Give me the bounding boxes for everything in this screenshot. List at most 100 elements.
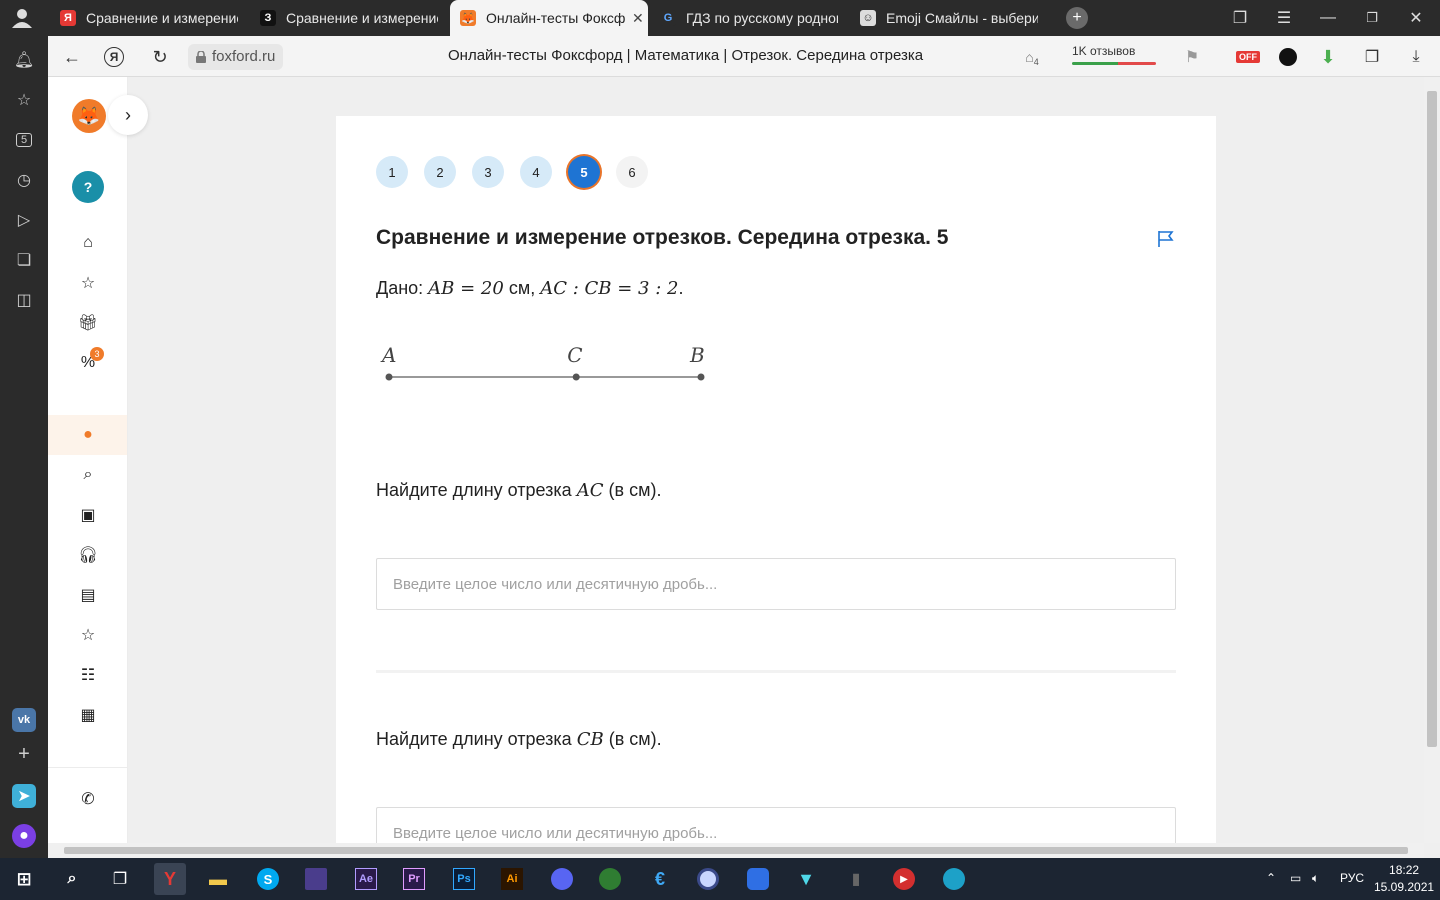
volume-icon[interactable]: 🔈︎ [1312,871,1319,886]
question-2-button[interactable]: 2 [424,156,456,188]
skype-icon[interactable]: S [257,868,279,890]
star-icon[interactable]: ☆ [12,88,36,112]
presentation-icon[interactable]: ▤ [76,583,100,607]
profile-icon[interactable] [10,8,34,28]
tray-chevron-icon[interactable]: ⌃ [1266,871,1276,885]
torrent-icon[interactable] [599,868,621,890]
mouse-app-icon[interactable]: ▮ [840,863,872,895]
close-tab-icon[interactable]: ✕ [632,10,644,27]
video-player-icon[interactable]: ▶ [893,868,915,890]
phone-icon[interactable]: ✆ [76,787,100,811]
tab-4[interactable]: G ГДЗ по русскому родному [650,0,850,36]
reload-button[interactable]: ↻ [148,45,172,69]
url-text: foxford.ru [212,48,276,65]
writing-app-icon[interactable] [747,868,769,890]
favorites-icon[interactable]: ☆ [76,271,100,295]
browser-tab-bar: Я Сравнение и измерение с З Сравнение и … [0,0,1440,36]
report-flag-icon[interactable] [1156,230,1176,248]
download-extension-icon[interactable]: ⬇ [1316,45,1340,69]
answer-ac-input[interactable] [376,558,1176,610]
tabs-icon[interactable]: ❐ [1228,6,1252,30]
bookmark-icon[interactable]: ⚑ [1180,45,1204,69]
vertical-scroll-thumb[interactable] [1427,91,1437,747]
adblock-icon[interactable]: OFF [1234,45,1262,69]
vpn-extension-icon[interactable] [1276,45,1300,69]
expand-sidebar-button[interactable]: › [108,95,148,135]
screenshot-icon[interactable]: ◫ [12,288,36,312]
file-explorer-icon[interactable]: ▬ [202,863,234,895]
lock-icon [196,51,206,63]
currency-app-icon[interactable]: € [644,863,676,895]
courses-icon[interactable]: ☷ [76,663,100,687]
star-icon[interactable]: ☆ [76,623,100,647]
tabs-count-icon[interactable]: ⌂ 4 [1020,45,1044,69]
gdz-icon: G [660,10,676,26]
task-view-icon[interactable]: ❐ [104,863,136,895]
fire-icon[interactable]: ● [76,423,100,447]
discord-icon[interactable] [551,868,573,890]
app-circle-icon[interactable] [697,868,719,890]
tab-2[interactable]: З Сравнение и измерение с [250,0,450,36]
alice-icon[interactable]: ● [12,824,36,848]
tab-title: Онлайн-тесты Фоксфор [486,10,626,26]
messenger-icon[interactable]: ➤ [12,784,36,808]
tab-active[interactable]: 🦊 Онлайн-тесты Фоксфор ✕ [450,0,648,36]
image-app-icon[interactable] [305,868,327,890]
foxford-logo[interactable]: 🦊 [72,99,106,133]
browser-app-icon[interactable] [943,868,965,890]
tab-title: ГДЗ по русскому родному [686,10,838,26]
headphones-icon[interactable]: 🎧︎ [76,543,100,567]
question-3-button[interactable]: 3 [472,156,504,188]
minimize-button[interactable]: — [1316,6,1340,30]
question-4-button[interactable]: 4 [520,156,552,188]
question-1-button[interactable]: 1 [376,156,408,188]
premiere-icon[interactable]: Pr [403,868,425,890]
system-clock[interactable]: 18:22 15.09.2021 [1374,862,1434,896]
tab-1[interactable]: Я Сравнение и измерение с [50,0,250,36]
gift-icon[interactable]: 🎁︎ [76,311,100,335]
library-icon[interactable]: ▦ [76,703,100,727]
collections-icon[interactable]: ❏ [12,248,36,272]
video-icon[interactable]: ▣ [76,503,100,527]
history-icon[interactable]: ◷ [12,168,36,192]
question-5-button[interactable]: 5 [568,156,600,188]
network-icon[interactable]: ▭ [1290,871,1301,885]
photoshop-icon[interactable]: Ps [453,868,475,890]
point-b-label: B [689,343,705,367]
vertical-scrollbar[interactable] [1424,77,1440,843]
back-button[interactable]: ← [60,45,84,69]
illustrator-icon[interactable]: Ai [501,868,523,890]
home-icon[interactable]: ⌂ [76,231,100,255]
adblock-off-label: OFF [1236,51,1260,63]
yandex-home-icon[interactable]: Я [104,47,124,67]
restore-button[interactable]: ❐ [1360,6,1384,30]
search-icon[interactable]: ⌕ [76,463,100,487]
point-b [697,373,705,381]
add-icon[interactable]: + [12,742,36,766]
horizontal-scroll-thumb[interactable] [64,847,1408,854]
language-indicator[interactable]: РУС [1340,871,1364,885]
bell-icon[interactable]: 🔔︎ [12,48,36,72]
tab-title: Сравнение и измерение с [86,10,238,26]
collections-icon[interactable]: ❐ [1360,45,1384,69]
tab-5[interactable]: ☺ Emoji Смайлы - выбери и [850,0,1050,36]
close-window-button[interactable]: ✕ [1404,6,1428,30]
after-effects-icon[interactable]: Ae [355,868,377,890]
windows-taskbar: ⊞ ⌕ ❐ Y ▬ S Ae Pr Ps Ai € ▼ ▮ ▶ ⌃ ▭ 🔈︎ Р… [0,858,1440,900]
vk-icon[interactable]: vk [12,708,36,732]
given-ratio: AC : CB = 3 : 2 [540,278,679,299]
menu-icon[interactable]: ☰ [1272,6,1296,30]
search-icon[interactable]: ⌕ [56,863,88,895]
counter-icon[interactable]: 5 [12,128,36,152]
url-field[interactable]: foxford.ru [188,44,284,70]
question-6-button[interactable]: 6 [616,156,648,188]
downloads-icon[interactable]: ⤓ [1404,45,1428,69]
new-tab-button[interactable]: + [1066,7,1088,29]
windows-start-icon[interactable]: ⊞ [8,863,40,895]
horizontal-scrollbar[interactable] [48,843,1424,858]
yandex-browser-icon[interactable]: Y [154,863,186,895]
reviews-button[interactable]: 1K отзывов [1072,44,1156,65]
vpn-icon[interactable]: ▼ [790,863,822,895]
profile-avatar[interactable]: ? [72,171,104,203]
play-icon[interactable]: ▷ [12,208,36,232]
